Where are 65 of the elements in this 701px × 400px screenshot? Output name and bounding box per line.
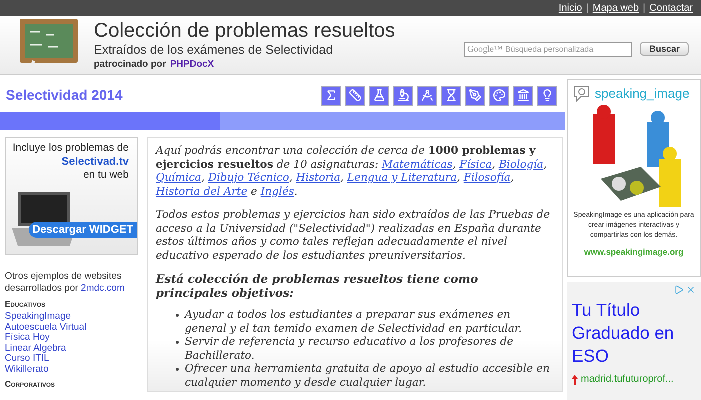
website-link[interactable]: Linear Algebra (5, 344, 147, 354)
subject-link[interactable]: Historia (296, 171, 341, 184)
description-paragraph: Todos estos problemas y ejercicios han sido extraídos de las Pruebas de acceso a la Universidad ("Selectividad") realizadas en España durante estos últimos años y como tales reflejan adecuadamente el nivel educativo esperado de los estudiantes preuniversitarios. (156, 208, 552, 262)
website-link[interactable]: Física Hoy (5, 333, 147, 344)
website-link[interactable]: Wikillerato (5, 364, 147, 375)
intro-paragraph: Aquí podrás encontrar una colección de cerca de 1000 problemas y ejercicios resueltos de 10 asignaturas: Matemáticas, Física, Biología, Química, Dibujo Técnico, Historia, Lengua y Literatura, Filosofía, Historia del Arte e Inglés. (156, 144, 548, 198)
microscope-icon[interactable] (393, 86, 413, 106)
link-separator: | (586, 2, 589, 16)
category-title: Corporativos (5, 378, 56, 390)
widget-text: Incluye los problemas de (12, 142, 129, 155)
text-ad[interactable]: Tu Título Graduado en ESO madrid.tufuturoprof... (567, 282, 701, 400)
subject-link[interactable]: Filosofía (464, 171, 511, 184)
compass-icon[interactable] (417, 86, 437, 106)
subject-link[interactable]: Inglés (260, 184, 294, 198)
ruler-icon[interactable] (345, 86, 365, 106)
lightbulb-icon[interactable] (537, 86, 557, 106)
sponsor-link[interactable]: PHPDocX (170, 58, 214, 71)
ad-choices-icon[interactable] (674, 285, 684, 295)
objective-item: Servir de referencia y recurso educativo a los profesores de Bachillerato. (185, 335, 515, 362)
section-title: Selectividad 2014 (6, 86, 123, 105)
subject-link[interactable]: Dibujo Técnico (208, 171, 290, 184)
subject-link[interactable]: Lengua y Literatura (347, 171, 458, 184)
download-widget-button[interactable]: Descargar WIDGET (29, 222, 137, 238)
flask-icon[interactable] (369, 86, 389, 106)
site-title: Colección de problemas resueltos (94, 19, 396, 43)
ad-url: madrid.tufuturoprof... (581, 373, 674, 387)
objective-item: Ofrecer una herramienta gratuita de apoyo al estudio accesible en cualquier momento y desde cualquier lugar. (185, 362, 551, 389)
pen-icon[interactable] (465, 86, 485, 106)
others-text: Otros ejemplos de websites desarrollados por 2mdc.com (5, 271, 126, 295)
speech-bubble-icon (573, 84, 591, 103)
bullet-icon (176, 341, 179, 344)
category-title: Educativos (5, 298, 47, 310)
subject-link[interactable]: Física (460, 158, 492, 170)
ad-headline: Tu Título Graduado en ESO (572, 299, 676, 368)
site-subtitle: Extraídos de los exámenes de Selectividad (94, 43, 334, 58)
top-link[interactable]: Inicio (558, 0, 582, 16)
website-link[interactable]: Autoescuela Virtual (5, 322, 147, 333)
top-link[interactable]: Mapa web (592, 0, 640, 16)
sponsor-label: patrocinado por (94, 58, 166, 71)
search-brand: Google™ (467, 42, 503, 54)
website-link[interactable]: SpeakingImage (5, 312, 147, 322)
link-separator: | (643, 2, 646, 16)
objectives-title: Está colección de problemas resueltos tiene como principales objetivos: (156, 272, 480, 300)
sigma-icon[interactable] (321, 86, 341, 106)
subject-link[interactable]: Historia del Arte (156, 184, 248, 198)
objective-item: Ayudar a todos los estudiantes a preparar sus exámenes en general y el tan temido examen de Selectividad en particular. (185, 308, 524, 335)
search-button[interactable]: Buscar (640, 42, 689, 56)
ad-url: www.speakingimage.org (584, 246, 684, 258)
palette-icon[interactable] (489, 86, 509, 106)
subject-link[interactable]: Química (156, 171, 202, 184)
widget-banner[interactable]: Incluye los problemas de Selectivad.tv en tu web Descargar WIDGET (5, 137, 138, 255)
widget-brand: Selectivad.tv (62, 155, 129, 169)
widget-text: en tu web (83, 169, 129, 182)
website-link[interactable]: Curso ITIL (5, 354, 147, 364)
hourglass-icon[interactable] (441, 86, 461, 106)
agency-link[interactable]: 2mdc.com (81, 283, 125, 294)
subject-link[interactable]: Biología (498, 158, 544, 170)
bullet-icon (176, 368, 179, 371)
bullet-icon (176, 314, 179, 317)
close-icon[interactable] (686, 285, 696, 295)
top-link[interactable]: Contactar (650, 0, 693, 16)
subject-link[interactable]: Matemáticas (382, 158, 453, 170)
arrow-up-icon (572, 374, 578, 384)
ad-brand: speaking_image (595, 85, 690, 103)
column-icon[interactable] (513, 86, 533, 106)
